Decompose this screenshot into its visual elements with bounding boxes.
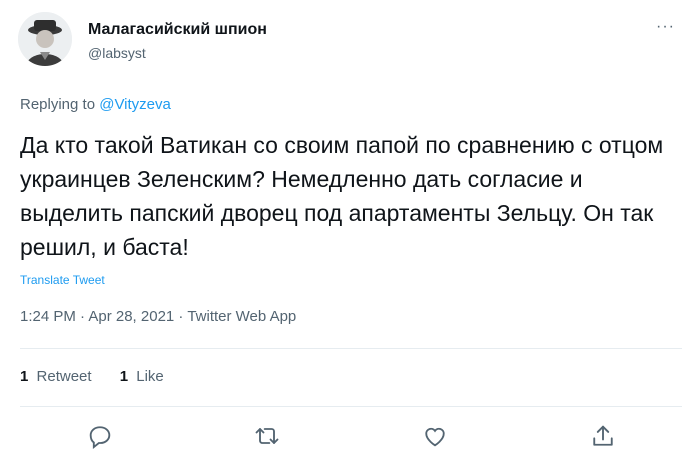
retweet-stat[interactable]: 1 Retweet [20,368,96,385]
replying-prefix: Replying to [20,96,96,113]
user-info: Малагасийский шпион @labsyst [88,20,267,62]
share-icon[interactable] [589,422,617,450]
avatar-image [18,12,72,66]
like-stat[interactable]: 1 Like [120,368,164,385]
retweet-label: Retweet [36,368,92,385]
user-handle[interactable]: @labsyst [88,44,267,62]
display-name[interactable]: Малагасийский шпион [88,20,267,40]
retweet-count: 1 [20,368,29,385]
translate-tweet-link[interactable]: Translate Tweet [20,273,105,287]
like-count: 1 [119,368,129,385]
retweet-icon[interactable] [253,422,281,450]
tweet-timestamp[interactable]: 1:24 PM · Apr 28, 2021 · Twitter Web App [20,308,296,325]
replying-to: Replying to @Vityzeva [20,96,171,113]
reply-mention-link[interactable]: @Vityzeva [99,96,171,113]
divider [20,348,682,349]
more-options-icon[interactable]: ··· [656,18,675,36]
like-label: Like [136,368,164,385]
like-icon[interactable] [421,422,449,450]
tweet-card: Малагасийский шпион @labsyst ··· Replyin… [0,0,700,468]
avatar[interactable] [18,12,72,66]
tweet-text: Да кто такой Ватикан со своим папой по с… [20,132,664,260]
reply-icon[interactable] [86,422,114,450]
tweet-stats: 1 Retweet 1 Like [20,368,188,385]
divider [20,406,682,407]
